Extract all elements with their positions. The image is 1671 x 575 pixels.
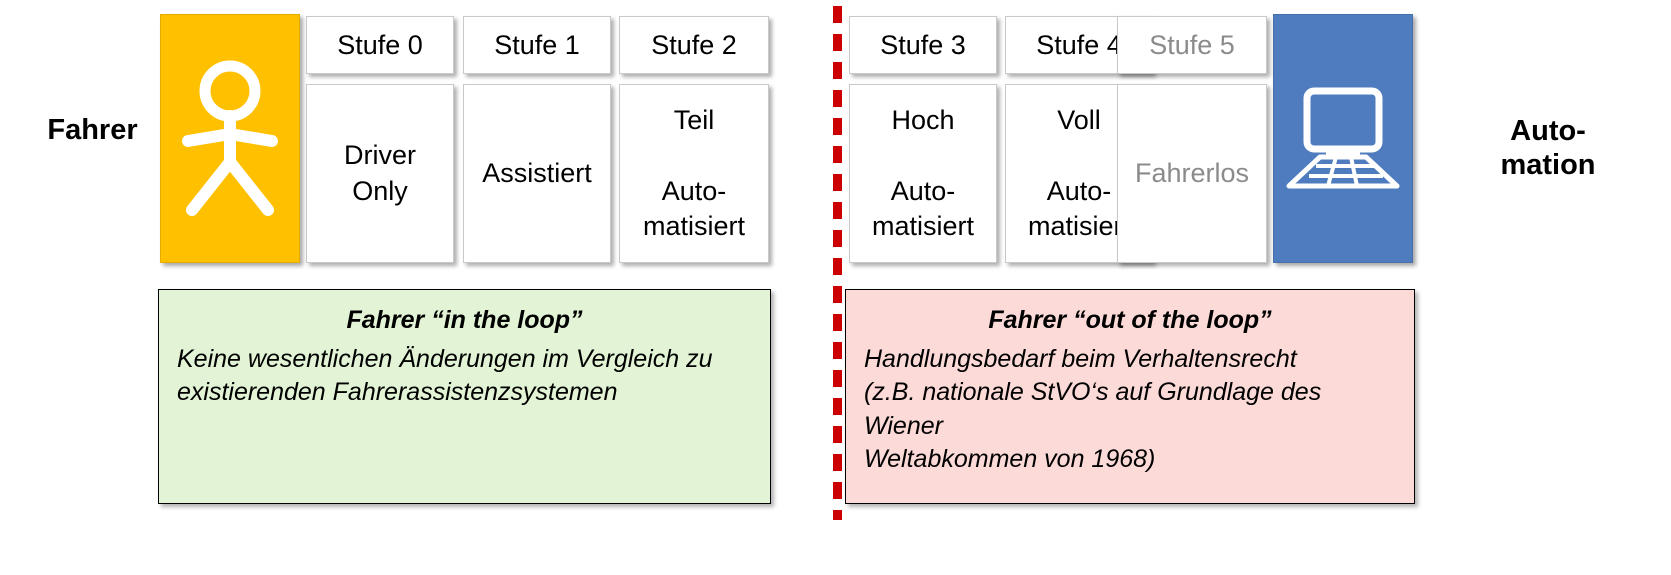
- note-box-driver-in-the-loop: Fahrer “in the loop” Keine wesentlichen …: [158, 289, 771, 504]
- right-axis-label-automation: Auto- mation: [1500, 115, 1596, 182]
- note-left-body: Keine wesentlichen Änderungen im Verglei…: [177, 345, 713, 407]
- level-body-label-2: Teil Auto- matisiert: [642, 105, 745, 241]
- level-header-label-2: Stufe 2: [651, 29, 737, 60]
- note-box-driver-out-of-the-loop: Fahrer “out of the loop” Handlungsbedarf…: [845, 289, 1415, 504]
- level-body-card-0[interactable]: Driver Only: [306, 84, 454, 263]
- level-header-label-5: Stufe 5: [1149, 29, 1235, 60]
- level-body-label-1: Assistiert: [482, 157, 592, 188]
- note-right-body: Handlungsbedarf beim Verhaltensrecht (z.…: [864, 345, 1322, 473]
- level-header-card-5[interactable]: Stufe 5: [1117, 16, 1267, 74]
- level-body-card-3[interactable]: Hoch Auto- matisiert: [849, 84, 997, 263]
- level-body-card-1[interactable]: Assistiert: [463, 84, 611, 263]
- driver-pictogram-panel: [160, 14, 300, 263]
- level-body-card-2[interactable]: Teil Auto- matisiert: [619, 84, 769, 263]
- left-axis-label-driver: Fahrer: [47, 114, 138, 146]
- level-body-label-0: Driver Only: [344, 140, 416, 206]
- level-header-label-3: Stufe 3: [880, 29, 966, 60]
- red-dashed-divider: [833, 6, 842, 520]
- level-body-label-3: Hoch Auto- matisiert: [871, 105, 974, 241]
- level-header-label-4: Stufe 4: [1036, 29, 1122, 60]
- level-header-card-2[interactable]: Stufe 2: [619, 16, 769, 74]
- level-header-card-1[interactable]: Stufe 1: [463, 16, 611, 74]
- level-header-label-1: Stufe 1: [494, 29, 580, 60]
- note-left-title: Fahrer “in the loop”: [346, 306, 583, 334]
- note-right-title: Fahrer “out of the loop”: [988, 306, 1272, 334]
- automation-pictogram-panel: [1273, 14, 1413, 263]
- level-body-card-5[interactable]: Fahrerlos: [1117, 84, 1267, 263]
- level-header-label-0: Stufe 0: [337, 29, 423, 60]
- level-body-label-5: Fahrerlos: [1134, 157, 1250, 188]
- level-header-card-0[interactable]: Stufe 0: [306, 16, 454, 74]
- level-header-card-3[interactable]: Stufe 3: [849, 16, 997, 74]
- level-body-label-4: Voll Auto- matisiert: [1027, 105, 1130, 241]
- automation-levels-diagram: Fahrer Stufe 0 Driver Only Stufe 1 Assistie…: [0, 0, 1671, 575]
